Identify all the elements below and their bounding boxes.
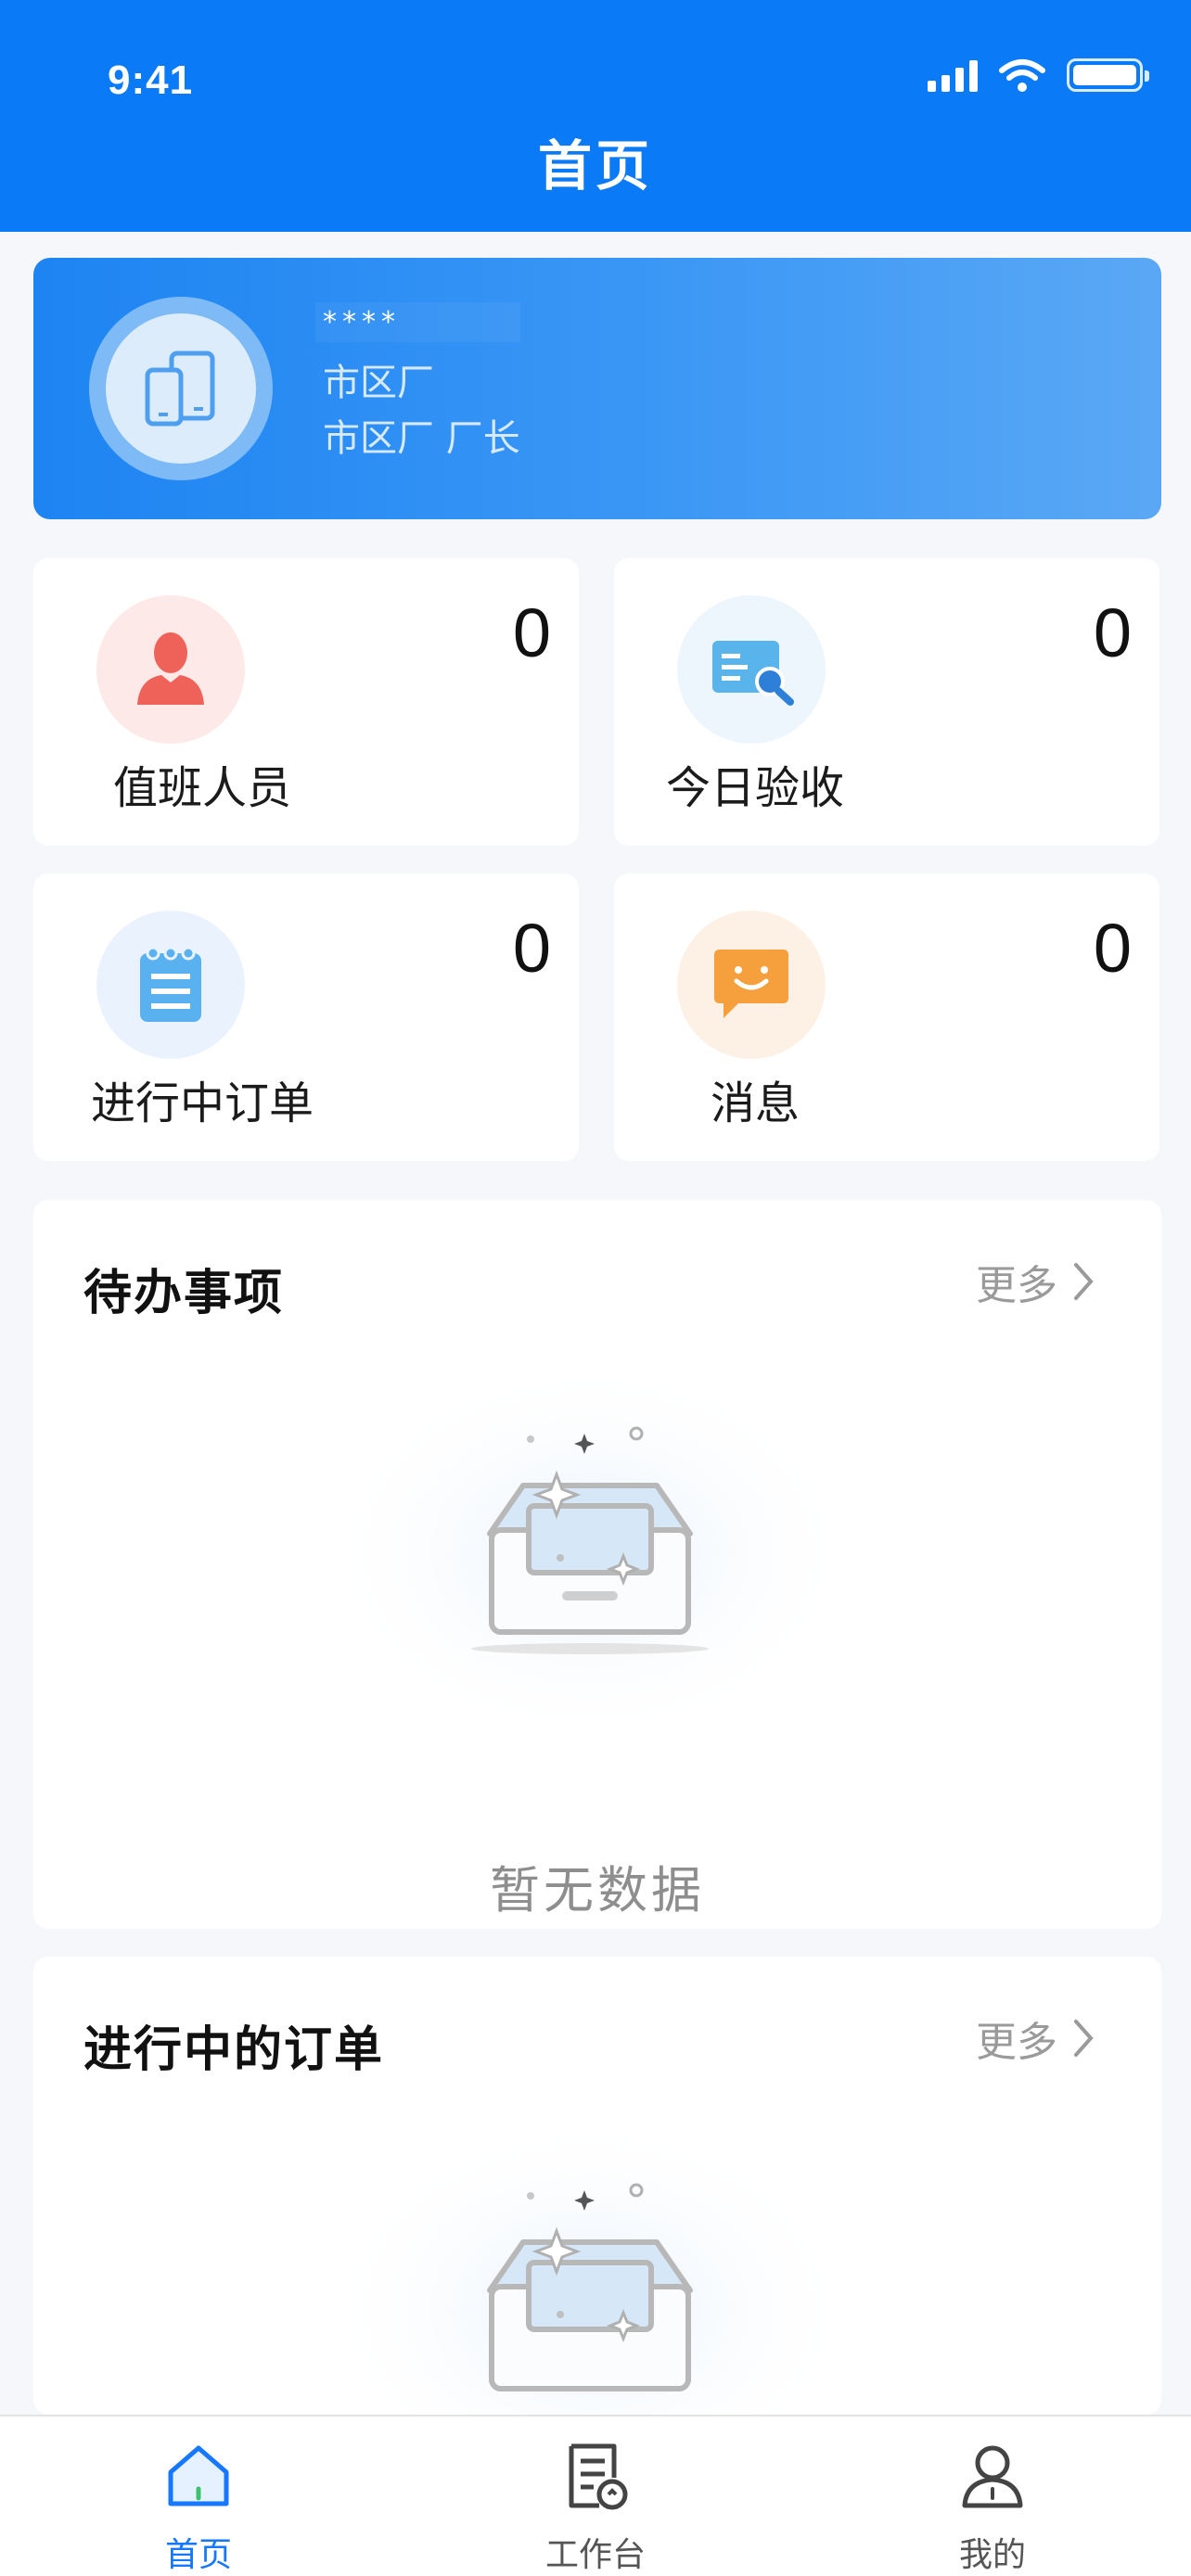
device-icon bbox=[145, 351, 215, 427]
stat-value: 0 bbox=[512, 594, 551, 671]
bottom-tab-bar: 首页 工作台 我的 bbox=[0, 2415, 1191, 2576]
page-title: 首页 bbox=[537, 134, 653, 198]
todo-section: 待办事项 更多 暂无数据 bbox=[33, 1200, 1161, 1929]
empty-state-text: 暂无数据 bbox=[490, 1861, 705, 1919]
home-icon bbox=[168, 2445, 229, 2506]
status-icons bbox=[928, 57, 1149, 93]
more-label: 更多 bbox=[976, 1262, 1057, 1309]
empty-box-illustration bbox=[321, 1358, 859, 1747]
message-icon bbox=[677, 911, 826, 1059]
header-bar: 9:41 首页 bbox=[0, 0, 1191, 232]
avatar bbox=[89, 297, 273, 480]
home-screen: 9:41 首页 **** 市区厂 市区厂 厂长 0 值班人员 0 今日验收 0 … bbox=[0, 0, 1191, 2576]
tab-label: 工作台 bbox=[544, 2536, 646, 2574]
chevron-right-icon bbox=[1074, 2020, 1094, 2057]
stat-card-today-inspection[interactable]: 0 今日验收 bbox=[614, 558, 1159, 846]
stat-card-messages[interactable]: 0 消息 bbox=[614, 874, 1159, 1161]
battery-icon bbox=[1067, 58, 1149, 92]
empty-box-illustration bbox=[321, 2114, 859, 2415]
user-info: **** 市区厂 市区厂 厂长 bbox=[315, 302, 520, 466]
notepad-icon bbox=[96, 911, 245, 1059]
more-button[interactable]: 更多 bbox=[976, 2009, 1096, 2068]
stat-label: 值班人员 bbox=[112, 762, 291, 814]
status-time: 9:41 bbox=[108, 57, 194, 103]
user-role: 市区厂 厂长 bbox=[323, 417, 520, 460]
stat-label: 进行中订单 bbox=[90, 1078, 314, 1129]
stat-label: 消息 bbox=[710, 1078, 800, 1129]
section-title: 待办事项 bbox=[83, 1266, 285, 1321]
more-button[interactable]: 更多 bbox=[976, 1252, 1096, 1311]
wifi-icon bbox=[999, 59, 1045, 92]
profile-icon bbox=[962, 2445, 1023, 2508]
more-label: 更多 bbox=[976, 2019, 1057, 2066]
tab-home[interactable]: 首页 bbox=[106, 2417, 291, 2576]
tab-label: 我的 bbox=[958, 2536, 1026, 2574]
stat-label: 今日验收 bbox=[665, 762, 844, 814]
cellular-signal-icon bbox=[928, 58, 978, 92]
stat-value: 0 bbox=[1093, 910, 1132, 987]
tab-label: 首页 bbox=[164, 2536, 232, 2574]
section-title: 进行中的订单 bbox=[83, 2022, 385, 2078]
user-organization: 市区厂 bbox=[323, 362, 434, 404]
person-icon bbox=[96, 595, 245, 744]
tab-workbench[interactable]: 工作台 bbox=[503, 2417, 688, 2576]
workbench-icon bbox=[569, 2443, 628, 2510]
chevron-right-icon bbox=[1074, 1263, 1094, 1300]
tab-profile[interactable]: 我的 bbox=[900, 2417, 1085, 2576]
user-profile-card[interactable]: **** 市区厂 市区厂 厂长 bbox=[33, 258, 1161, 519]
inspection-icon bbox=[677, 595, 826, 744]
stat-card-on-duty[interactable]: 0 值班人员 bbox=[33, 558, 579, 846]
stat-card-orders-in-progress[interactable]: 0 进行中订单 bbox=[33, 874, 579, 1161]
stat-value: 0 bbox=[512, 910, 551, 987]
stat-value: 0 bbox=[1093, 594, 1132, 671]
user-name: **** bbox=[315, 302, 520, 342]
orders-in-progress-section: 进行中的订单 更多 bbox=[33, 1957, 1161, 2415]
